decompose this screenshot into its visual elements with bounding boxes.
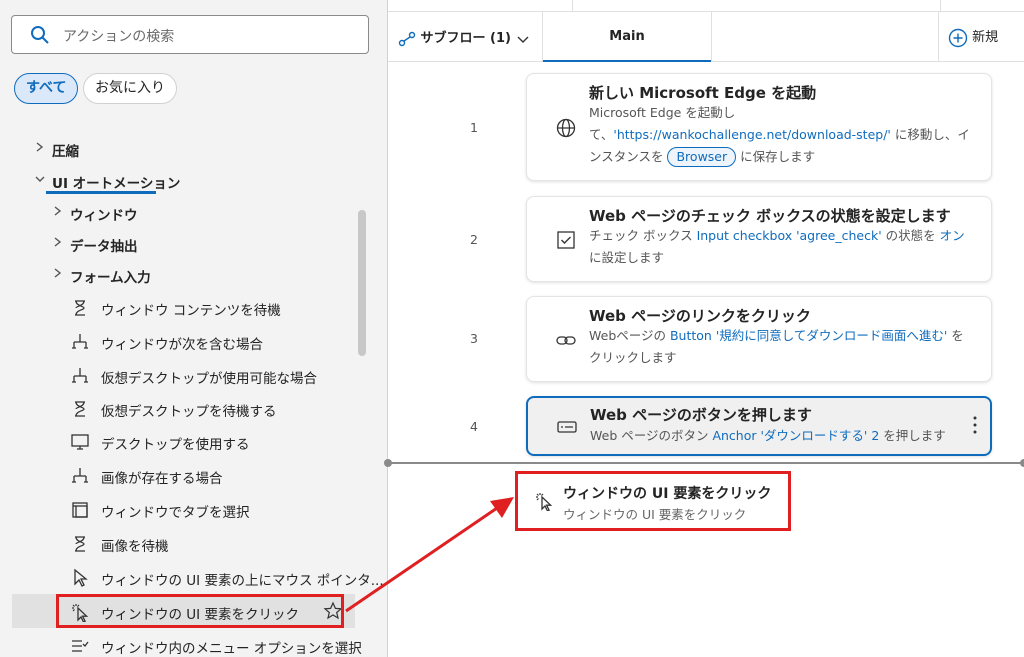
flow-designer: サブフロー (1) Main 新規 1 新しい Microsoft Edge を… — [384, 0, 1024, 657]
action-label: 仮想デスクトップを待機する — [101, 404, 277, 420]
drag-preview-desc: ウィンドウの UI 要素をクリック — [563, 507, 747, 522]
step-title: Web ページのチェック ボックスの状態を設定します — [589, 207, 951, 225]
subflow-dropdown[interactable]: サブフロー (1) — [398, 27, 530, 48]
branch-icon — [72, 468, 88, 483]
actions-panel: アクションの検索 すべて お気に入り 圧縮 UI オートメーション ウィンドウ … — [0, 0, 388, 657]
action-item[interactable]: ウィンドウでタブを選択 — [0, 492, 355, 526]
menu-check-icon — [72, 640, 89, 652]
action-label: 仮想デスクトップが使用可能な場合 — [101, 371, 317, 387]
link-icon — [556, 336, 576, 345]
action-item[interactable]: ウィンドウ内のメニュー オプションを選択 — [0, 628, 362, 657]
step-description: Microsoft Edge を起動して、'https://wankochall… — [589, 102, 979, 168]
action-label: ウィンドウの UI 要素の上にマウス ポインタ... — [101, 573, 384, 589]
url-link[interactable]: 'https://wankochallenge.net/download-ste… — [613, 127, 890, 142]
drag-preview-title: ウィンドウの UI 要素をクリック — [563, 486, 772, 502]
tab-main[interactable]: Main — [543, 12, 711, 62]
selected-category-underline — [46, 191, 156, 194]
monitor-icon — [71, 434, 89, 450]
action-item-selected[interactable]: ウィンドウの UI 要素をクリック — [12, 594, 355, 628]
step-number: 3 — [470, 331, 478, 346]
flow-step-card[interactable]: 新しい Microsoft Edge を起動 Microsoft Edge を起… — [526, 73, 992, 181]
chevron-right-icon — [54, 237, 62, 247]
flow-step-card[interactable]: Web ページのリンクをクリック Webページの Button '規約に同意して… — [526, 296, 992, 382]
tree-label-compress: 圧縮 — [52, 144, 79, 160]
step-number: 4 — [470, 419, 478, 434]
click-cursor-icon — [72, 604, 89, 622]
star-icon[interactable] — [323, 601, 343, 621]
step-description: Webページの Button '規約に同意してダウンロード画面へ進む' をクリッ… — [589, 328, 964, 365]
active-tab-underline — [543, 60, 711, 62]
action-search-box[interactable]: アクションの検索 — [11, 15, 369, 54]
insertion-dot — [1020, 459, 1024, 467]
subflow-label: サブフロー (1) — [420, 31, 511, 46]
add-circle-icon — [948, 28, 968, 47]
step-description: チェック ボックス Input checkbox 'agree_check' の… — [589, 228, 965, 265]
hourglass-icon — [75, 300, 85, 316]
insertion-dot — [384, 459, 392, 467]
drag-preview-card[interactable]: ウィンドウの UI 要素をクリック ウィンドウの UI 要素をクリック — [515, 471, 791, 531]
search-icon — [31, 26, 49, 44]
hourglass-icon — [75, 401, 85, 417]
action-item[interactable]: 画像が存在する場合 — [0, 458, 355, 492]
chevron-right-icon — [54, 268, 62, 278]
chevron-down-icon — [517, 36, 529, 43]
flow-step-card[interactable]: Web ページのチェック ボックスの状態を設定します チェック ボックス Inp… — [526, 196, 992, 282]
filter-all-button[interactable]: すべて — [14, 73, 79, 104]
action-item[interactable]: ウィンドウの UI 要素の上にマウス ポインタ... — [0, 560, 384, 594]
tree-label-window: ウィンドウ — [70, 208, 138, 224]
step-number: 1 — [470, 120, 478, 135]
drop-insertion-line — [388, 462, 1024, 464]
action-label: 画像が存在する場合 — [101, 471, 223, 487]
action-label: ウィンドウでタブを選択 — [101, 505, 250, 521]
globe-icon — [556, 118, 576, 138]
new-subflow-button[interactable]: 新規 — [948, 26, 998, 48]
search-placeholder[interactable]: アクションの検索 — [63, 26, 174, 46]
tree-label-form-input: フォーム入力 — [70, 270, 151, 286]
tree-label-ui-automation: UI オートメーション — [52, 176, 181, 192]
action-label: ウィンドウの UI 要素をクリック — [101, 607, 299, 623]
branch-icon — [72, 368, 88, 383]
action-label: ウィンドウ内のメニュー オプションを選択 — [101, 641, 362, 657]
action-item[interactable]: 仮想デスクトップを待機する — [0, 391, 355, 425]
action-item[interactable]: デスクトップを使用する — [0, 424, 355, 458]
chevron-right-icon — [36, 142, 44, 152]
tab-bar: サブフロー (1) Main 新規 — [388, 12, 1024, 62]
subflow-icon — [398, 31, 416, 46]
action-item[interactable]: 画像を待機 — [0, 526, 355, 560]
action-item[interactable]: ウィンドウが次を含む場合 — [0, 324, 355, 358]
action-item[interactable]: 仮想デスクトップが使用可能な場合 — [0, 358, 355, 392]
tab-window-icon — [72, 502, 88, 518]
action-item[interactable]: ウィンドウ コンテンツを待機 — [0, 290, 355, 324]
tab-main-label: Main — [609, 29, 645, 44]
tree-label-data-extract: データ抽出 — [70, 239, 138, 255]
branch-icon — [72, 334, 88, 349]
hourglass-icon — [75, 536, 85, 552]
step-title: Web ページのリンクをクリック — [589, 307, 811, 325]
chevron-right-icon — [54, 206, 62, 216]
scrollbar-thumb[interactable] — [358, 210, 366, 356]
filter-favorites-button[interactable]: お気に入り — [83, 73, 177, 104]
click-cursor-icon — [536, 493, 553, 511]
checkbox-icon — [557, 231, 575, 249]
top-toolbar-edge — [388, 0, 1024, 12]
flow-step-card-selected[interactable]: Web ページのボタンを押します Web ページのボタン Anchor 'ダウン… — [526, 396, 992, 456]
step-title: Web ページのボタンを押します — [590, 406, 812, 424]
cursor-icon — [74, 568, 88, 587]
new-label: 新規 — [972, 30, 999, 45]
action-label: デスクトップを使用する — [101, 437, 250, 453]
chevron-down-icon — [35, 176, 45, 182]
step-number: 2 — [470, 232, 478, 247]
button-icon — [557, 421, 577, 433]
action-label: 画像を待機 — [101, 539, 169, 555]
action-label: ウィンドウが次を含む場合 — [101, 337, 263, 353]
action-label: ウィンドウ コンテンツを待機 — [101, 303, 281, 319]
step-title: 新しい Microsoft Edge を起動 — [589, 84, 817, 102]
step-description: Web ページのボタン Anchor 'ダウンロードする' 2 を押します — [590, 428, 946, 443]
more-options-icon[interactable] — [972, 414, 978, 436]
variable-pill[interactable]: Browser — [667, 147, 737, 167]
